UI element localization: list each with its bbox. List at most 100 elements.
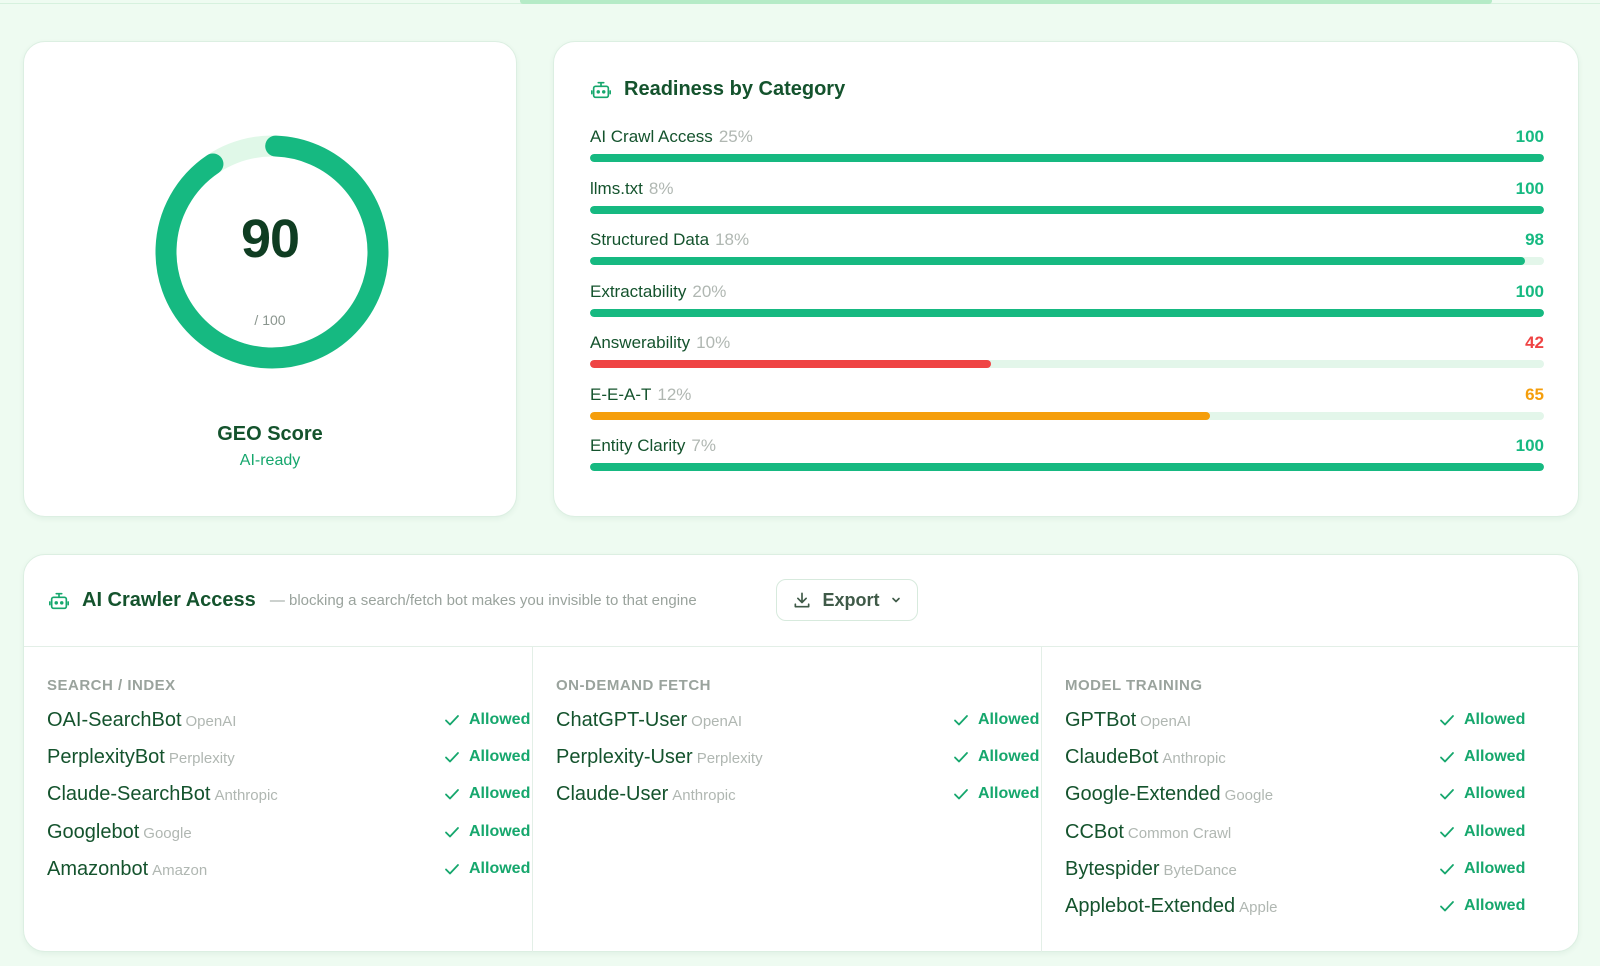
check-icon — [1440, 789, 1454, 800]
crawler-name: Perplexity-User — [556, 746, 693, 769]
category-weight: 25% — [718, 127, 753, 146]
check-icon — [1440, 715, 1454, 726]
crawler-row: Googlebot Google Allowed — [47, 821, 530, 849]
category-score: 100 — [1515, 127, 1544, 146]
category-bar-track — [590, 463, 1544, 471]
category-weight: 7% — [691, 436, 716, 455]
category-name: Answerability — [590, 333, 691, 352]
category-label: AI Crawl Access 25% — [590, 127, 753, 147]
crawler-name: Applebot-Extended — [1065, 895, 1236, 917]
crawler-row: ClaudeBot Anthropic Allowed — [1065, 746, 1558, 774]
crawler-status-label: Allowed — [469, 822, 531, 840]
crawler-row: Applebot-Extended Apple Allowed — [1065, 895, 1558, 923]
category-label: Structured Data 18% — [590, 230, 749, 250]
score-max: / 100 — [254, 312, 286, 328]
category-label: llms.txt 8% — [590, 179, 673, 199]
crawler-column: ON-DEMAND FETCH ChatGPT-User OpenAI Allowed… — [532, 647, 1041, 952]
crawler-status-label: Allowed — [978, 748, 1040, 766]
crawler-access-card: AI Crawler Access — blocking a search/fe… — [23, 554, 1580, 952]
export-label: Export — [822, 589, 880, 610]
category-score: 98 — [1525, 230, 1544, 249]
crawler-vendor: Perplexity — [696, 750, 763, 768]
category-bar-fill — [590, 257, 1525, 265]
check-icon — [954, 789, 968, 800]
crawler-name: Claude-SearchBot — [47, 783, 211, 806]
check-icon — [1440, 752, 1454, 763]
category-bar-fill — [590, 205, 1544, 214]
crawler-name: ClaudeBot — [1065, 746, 1159, 769]
crawler-status-label: Allowed — [469, 711, 531, 728]
category-row: llms.txt 8% 100 — [590, 179, 1544, 223]
crawler-status-label: Allowed — [469, 785, 531, 803]
crawler-vendor: ByteDance — [1163, 861, 1237, 879]
geo-score-card: 90 / 100 GEO Score AI-ready — [23, 41, 517, 517]
category-row: Answerability 10% 42 — [590, 333, 1544, 377]
crawler-name: Google-Extended — [1065, 783, 1221, 806]
crawler-row: Claude-User Anthropic Allowed — [556, 783, 1039, 811]
export-button[interactable]: Export — [776, 579, 918, 621]
category-bar-fill — [590, 463, 1544, 471]
crawler-name: Amazonbot — [47, 857, 149, 880]
check-icon — [1440, 826, 1454, 837]
crawler-status-label: Allowed — [1464, 822, 1526, 840]
crawler-vendor: Google — [1224, 787, 1274, 805]
crawler-row: Amazonbot Amazon Allowed — [47, 857, 530, 886]
crawler-status: Allowed — [443, 748, 530, 766]
crawler-status: Allowed — [443, 823, 530, 841]
category-label: E-E-A-T 12% — [590, 385, 691, 405]
crawler-name: CCBot — [1065, 820, 1124, 843]
chevron-down-icon — [891, 597, 900, 603]
category-weight: 18% — [715, 230, 750, 249]
category-label: Answerability 10% — [590, 333, 730, 353]
category-row: Extractability 20% 100 — [590, 282, 1544, 326]
crawler-status: Allowed — [952, 785, 1039, 803]
crawler-name: Bytespider — [1065, 857, 1160, 880]
category-score: 65 — [1525, 384, 1544, 404]
category-row: AI Crawl Access 25% 100 — [590, 127, 1544, 171]
category-name: Structured Data — [590, 230, 710, 249]
check-icon — [445, 826, 459, 837]
readiness-card: Readiness by Category AI Crawl Access 25%… — [553, 41, 1579, 517]
category-score: 100 — [1515, 281, 1544, 301]
category-label: Extractability 20% — [590, 282, 726, 302]
category-row: Structured Data 18% 98 — [590, 230, 1544, 274]
crawler-status-label: Allowed — [1464, 897, 1526, 914]
category-score: 100 — [1515, 178, 1544, 198]
category-score: 100 — [1515, 436, 1544, 455]
category-name: Extractability — [590, 281, 687, 301]
readiness-header: Readiness by Category — [590, 78, 845, 101]
crawler-vendor: Google — [143, 824, 192, 842]
category-score: 42 — [1525, 333, 1544, 352]
crawler-name: GPTBot — [1065, 709, 1137, 731]
category-name: AI Crawl Access — [590, 127, 713, 146]
crawler-column: SEARCH / INDEX OAI-SearchBot OpenAI Allowed… — [24, 647, 532, 952]
crawler-status: Allowed — [1438, 860, 1525, 878]
crawler-name: OAI-SearchBot — [47, 709, 182, 731]
column-heading: MODEL TRAINING — [1065, 677, 1203, 694]
crawler-row: Google-Extended Google Allowed — [1065, 783, 1558, 811]
category-label: Entity Clarity 7% — [590, 436, 716, 456]
crawler-row: PerplexityBot Perplexity Allowed — [47, 746, 530, 774]
crawler-status-label: Allowed — [1464, 748, 1526, 766]
crawler-name: Claude-User — [556, 783, 669, 806]
score-status: AI-ready — [239, 452, 301, 469]
download-icon — [794, 592, 810, 608]
crawler-vendor: Amazon — [152, 861, 208, 879]
crawler-name: PerplexityBot — [47, 746, 165, 769]
category-bar-track — [590, 205, 1544, 214]
score-value: 90 — [240, 209, 300, 269]
crawler-row: GPTBot OpenAI Allowed — [1065, 709, 1558, 737]
crawler-status: Allowed — [443, 860, 530, 878]
crawler-vendor: Apple — [1239, 899, 1278, 916]
crawler-status: Allowed — [1438, 897, 1525, 915]
crawler-status-label: Allowed — [469, 748, 531, 766]
crawler-status: Allowed — [952, 748, 1039, 766]
crawler-vendor: Anthropic — [214, 787, 278, 805]
category-bar-fill — [590, 308, 1544, 317]
crawler-status: Allowed — [443, 711, 530, 729]
category-name: E-E-A-T — [590, 384, 652, 404]
crawler-subtitle: — blocking a search/fetch bot makes you … — [269, 592, 697, 609]
category-row: Entity Clarity 7% 100 — [590, 436, 1544, 480]
check-icon — [445, 863, 459, 875]
crawler-status-label: Allowed — [978, 785, 1040, 803]
